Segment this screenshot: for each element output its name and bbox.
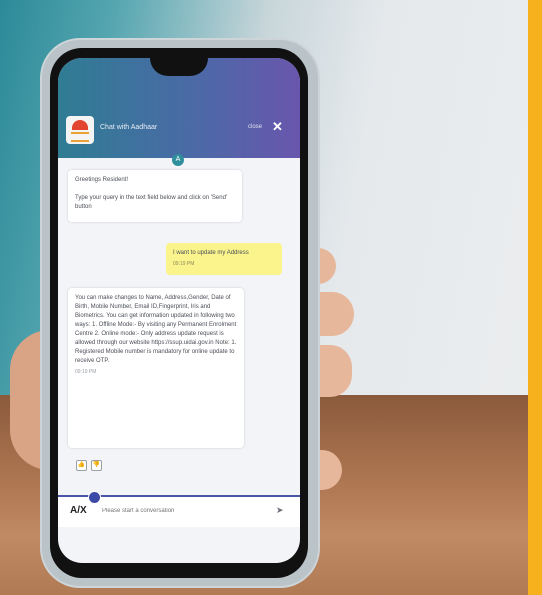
mic-icon[interactable] [88, 491, 101, 504]
chat-title: Chat with Aadhaar [100, 124, 158, 131]
bot-avatar: A [172, 154, 184, 166]
chat-input-bar: A/X ➤ [58, 491, 300, 527]
close-label[interactable]: close [248, 124, 262, 130]
user-message-time: 09:19 PM [173, 261, 195, 267]
chat-input[interactable] [102, 503, 262, 519]
thumbs-down-icon[interactable]: 👎 [91, 460, 102, 471]
bot-greeting-message: Greetings Resident! Type your query in t… [68, 170, 242, 222]
user-message: I want to update my Address 09:19 PM [166, 243, 282, 275]
close-icon[interactable]: ✕ [272, 119, 283, 135]
accent-bar [528, 0, 542, 595]
phone-notch [150, 58, 208, 76]
user-message-text: I want to update my Address [173, 250, 249, 256]
photo-background: Chat with Aadhaar close ✕ A Greetings Re… [0, 0, 542, 595]
send-icon[interactable]: ➤ [276, 505, 284, 516]
thumbs-up-icon[interactable]: 👍 [76, 460, 87, 471]
bot-reply-message: You can make changes to Name, Address,Ge… [68, 288, 244, 448]
phone-screen: Chat with Aadhaar close ✕ A Greetings Re… [58, 58, 300, 563]
translate-icon[interactable]: A/X [70, 505, 87, 516]
bot-reply-text: You can make changes to Name, Address,Ge… [75, 295, 237, 364]
aadhaar-logo-icon [66, 116, 94, 144]
greeting-line-2: Type your query in the text field below … [75, 195, 228, 210]
bot-reply-time: 09:19 PM [75, 369, 97, 375]
greeting-line-1: Greetings Resident! [75, 177, 129, 183]
